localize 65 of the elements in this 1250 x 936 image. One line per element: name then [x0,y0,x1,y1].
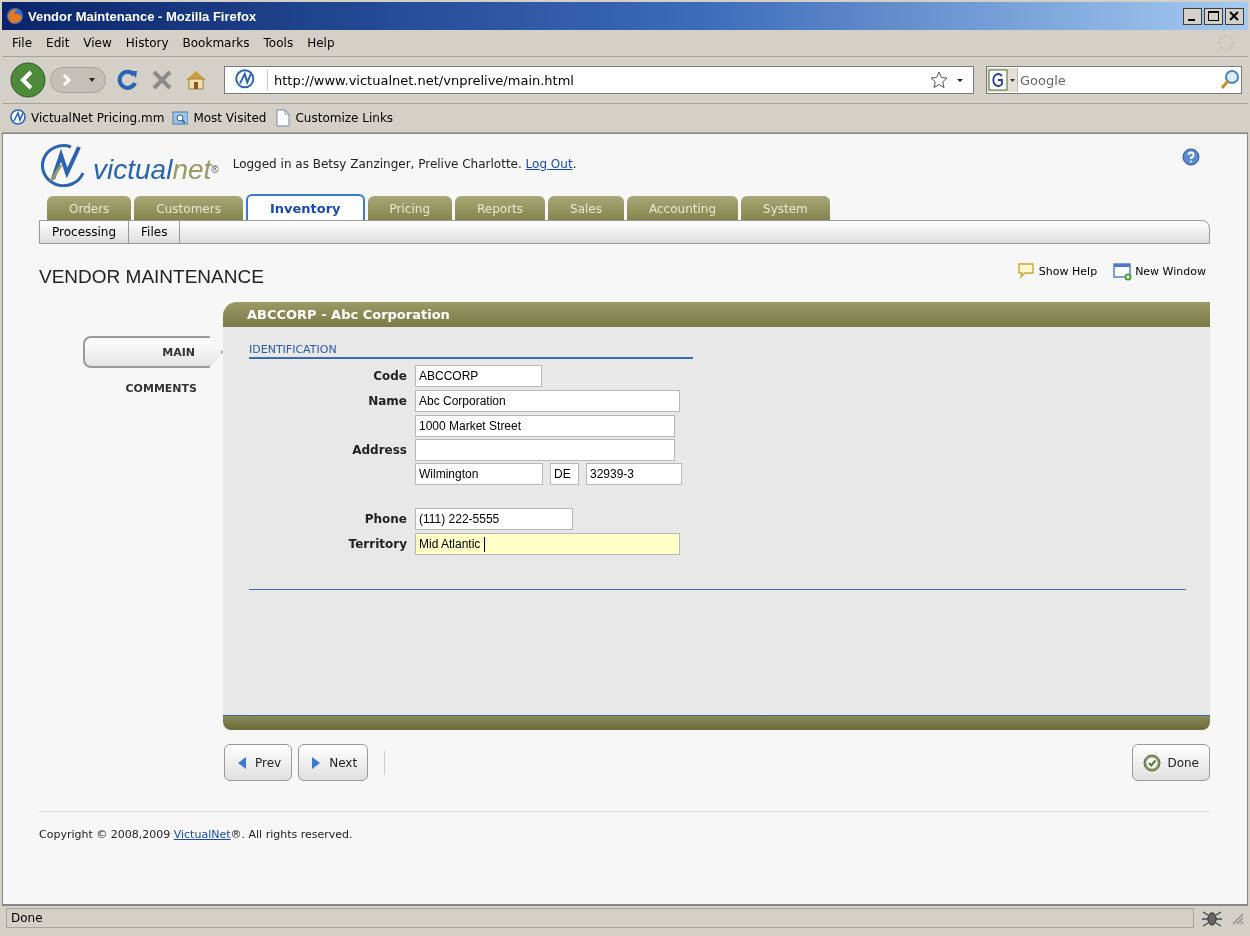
text-field[interactable]: Abc Corporation [415,390,680,412]
logout-link[interactable]: Log Out [525,157,573,171]
menu-item[interactable]: Help [303,36,345,50]
field-label: Code [372,369,408,383]
globe-fox-icon [6,7,24,25]
star-icon[interactable] [929,70,949,90]
menu-item[interactable]: History [121,36,179,50]
text-field[interactable]: Mid Atlantic [415,533,680,555]
logo-text: victualnet$^{®}$ [93,153,219,187]
menu-item[interactable]: Bookmarks [178,36,260,50]
maximize-button[interactable] [1204,7,1223,25]
speech-bubble-icon [1016,262,1036,281]
action-link[interactable]: New Window [1135,265,1206,278]
menu-item[interactable]: Edit [42,36,80,50]
window-plus-icon [1113,262,1133,281]
text-field[interactable]: ABCCORP [415,365,542,387]
side-tab[interactable]: COMMENTS [83,374,223,406]
text-field[interactable]: (111) 222-5555 [415,508,573,530]
login-text: Logged in as Betsy Zanzinger, Prelive Charlotte. Log Out. [232,157,577,171]
done-button[interactable]: Done [1132,744,1210,781]
text-field[interactable]: Wilmington [415,463,543,485]
search-bar[interactable]: Google [986,66,1242,94]
window-title: Vendor Maintenance - Mozilla Firefox [28,8,258,24]
site-icon [10,109,26,127]
field-label: Address [351,443,408,457]
resize-grip-icon[interactable] [1230,911,1244,925]
field-label: Name [367,394,408,408]
minimize-button[interactable] [1183,7,1202,25]
company-link[interactable]: VictualNet [173,828,231,841]
address-bar[interactable]: http://www.victualnet.net/vnprelive/main.html [224,66,974,94]
field-label: Phone [363,512,408,526]
page-title: VENDOR MAINTENANCE [39,266,264,288]
back-button[interactable] [8,62,48,98]
text-field[interactable]: DE [550,463,579,485]
menu-item[interactable]: File [8,36,43,50]
bookmark-link[interactable]: VictualNet Pricing.mm [31,111,165,125]
record-header: ABCCORP - Abc Corporation [223,302,1210,327]
page-icon [274,109,291,127]
menu-item[interactable]: Tools [259,36,304,50]
nav-tab[interactable]: Inventory [245,194,365,220]
menu-item[interactable]: View [79,36,122,50]
next-button[interactable]: Next [298,744,369,781]
text-field[interactable] [415,439,675,461]
search-engine-icon[interactable] [987,68,1018,92]
reload-button[interactable] [116,68,140,92]
bookmark-link[interactable]: Most Visited [193,111,267,125]
help-icon[interactable] [1182,148,1200,166]
bookmark-link[interactable]: Customize Links [295,111,394,125]
subtab-link[interactable]: Processing [40,221,130,243]
prev-button[interactable]: Prev [224,744,293,781]
home-button[interactable] [184,68,208,92]
action-link[interactable]: Show Help [1038,265,1098,278]
text-field[interactable]: 1000 Market Street [415,415,675,437]
copyright-text: Copyright © 2008,2009 VictualNet®. All rights reserved. [39,811,1210,841]
side-tab[interactable]: MAIN [83,336,223,368]
field-label: Territory [347,537,408,551]
search-icon[interactable] [1219,69,1241,91]
status-text: Done [6,908,1194,928]
text-field[interactable]: 32939-3 [586,463,682,485]
text-cursor [484,537,485,552]
folder-magnifier-icon [172,109,189,127]
section-title: IDENTIFICATION [249,343,693,359]
close-button[interactable] [1225,7,1244,25]
subtab-link[interactable]: Files [129,221,181,243]
check-circle-icon [1143,753,1162,772]
